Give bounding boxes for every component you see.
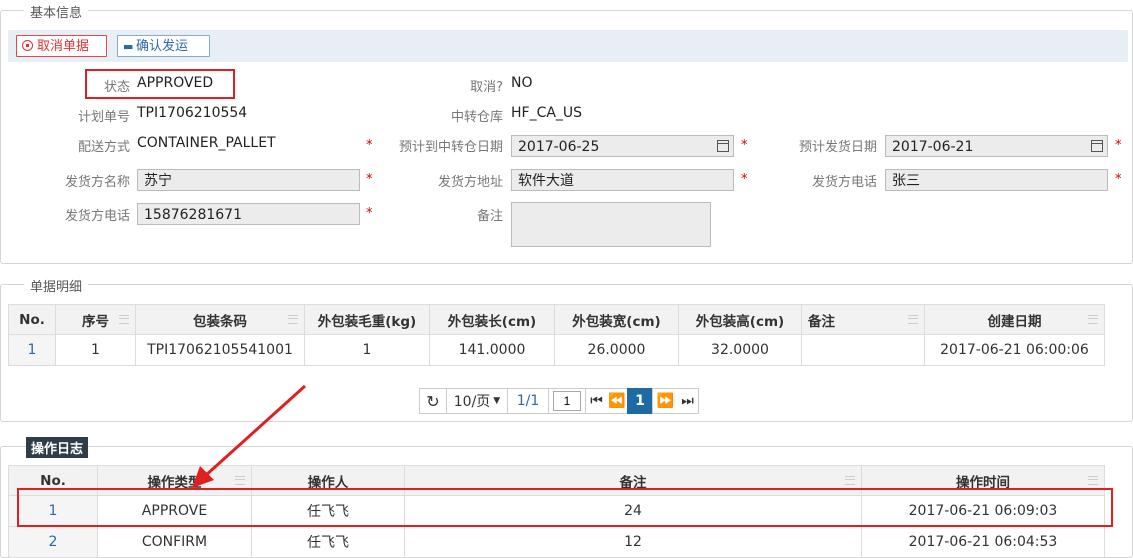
annotation-arrow <box>192 384 307 488</box>
